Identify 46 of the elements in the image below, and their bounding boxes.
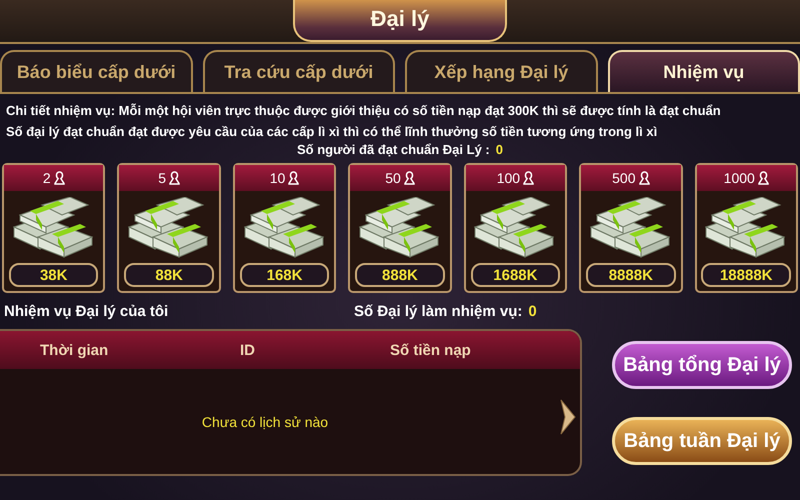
reward-amount: 888K: [355, 263, 445, 287]
member-count: 10: [270, 170, 286, 186]
reward-card[interactable]: 10 168K: [232, 163, 336, 293]
reward-amount: 88K: [124, 263, 214, 287]
reward-card[interactable]: 5 88K: [117, 163, 221, 293]
column-header: Số tiền nạp: [390, 342, 471, 358]
reward-card[interactable]: 1000 18888K: [694, 163, 798, 293]
column-header: Thời gian: [40, 342, 110, 358]
description-text: Số đại lý đạt chuẩn đạt được yêu cầu của các cấp lì xì thì có thể lĩnh thưởng số tiền tương ứng trong lì xì: [6, 123, 658, 141]
tab[interactable]: Xếp hạng Đại lý: [405, 50, 598, 92]
person-icon: [169, 171, 180, 185]
tab[interactable]: Báo biểu cấp dưới: [0, 50, 192, 92]
person-icon: [54, 171, 65, 185]
person-icon: [404, 171, 415, 185]
person-icon: [758, 171, 769, 185]
tab[interactable]: Nhiệm vụ: [608, 50, 800, 92]
description-text: Chi tiết nhiệm vụ: Mỗi một hội viên trực thuộc được giới thiệu có số tiền nạp đạt 300K thì sẽ được tính là đạt chuẩn: [6, 102, 722, 120]
tab[interactable]: Tra cứu cấp dưới: [202, 50, 395, 92]
empty-message: Chưa có lịch sử nào: [202, 414, 328, 430]
column-header: ID: [240, 342, 256, 358]
agents-count-value: 0: [528, 302, 537, 320]
reward-amount: 38K: [8, 263, 98, 287]
chevron-right-icon[interactable]: [558, 397, 578, 437]
member-count: 2: [42, 170, 51, 186]
leaderboard-button[interactable]: Bảng tổng Đại lý: [612, 341, 792, 389]
member-count: 5: [158, 170, 166, 186]
reward-card[interactable]: 500 8888K: [579, 163, 683, 293]
my-tasks-label: Nhiệm vụ Đại lý của tôi: [4, 302, 170, 320]
reward-card[interactable]: 100 1688K: [464, 163, 568, 293]
person-icon: [288, 171, 300, 185]
agents-count-label: Số Đại lý làm nhiệm vụ:: [354, 302, 522, 320]
reward-amount: 168K: [240, 263, 330, 287]
reward-amount: 8888K: [586, 263, 676, 287]
qualified-value: 0: [496, 142, 503, 157]
reward-card[interactable]: 2 38K: [2, 163, 106, 293]
reward-amount: 18888K: [701, 263, 791, 287]
reward-card[interactable]: 50 888K: [348, 163, 452, 293]
reward-amount: 1688K: [470, 263, 560, 287]
qualified-label: Số người đã đạt chuẩn Đại Lý :: [297, 142, 490, 157]
member-count: 500: [612, 170, 636, 186]
person-icon: [638, 171, 650, 185]
person-icon: [523, 171, 534, 185]
window-title: Đại lý: [293, 0, 507, 42]
member-count: 100: [496, 170, 520, 186]
member-count: 50: [385, 170, 401, 186]
member-count: 1000: [724, 170, 755, 186]
